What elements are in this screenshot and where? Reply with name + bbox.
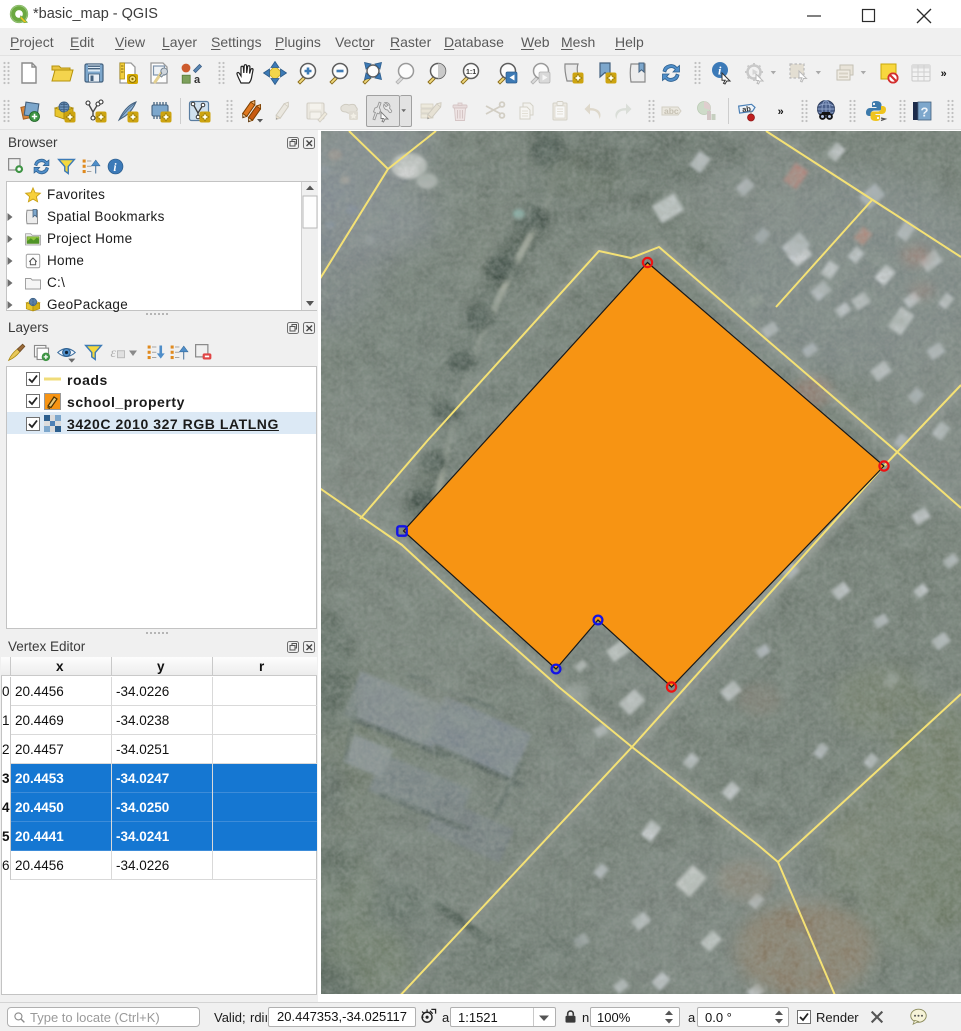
svg-text:1:1: 1:1 — [466, 69, 476, 76]
svg-text:?: ? — [921, 105, 929, 120]
svg-text:»: » — [941, 68, 947, 80]
svg-text:a: a — [194, 74, 201, 85]
svg-text:ε: ε — [111, 346, 117, 361]
svg-text:abc: abc — [664, 106, 679, 116]
svg-text:ab: ab — [742, 104, 752, 114]
svg-text:»: » — [778, 106, 784, 118]
